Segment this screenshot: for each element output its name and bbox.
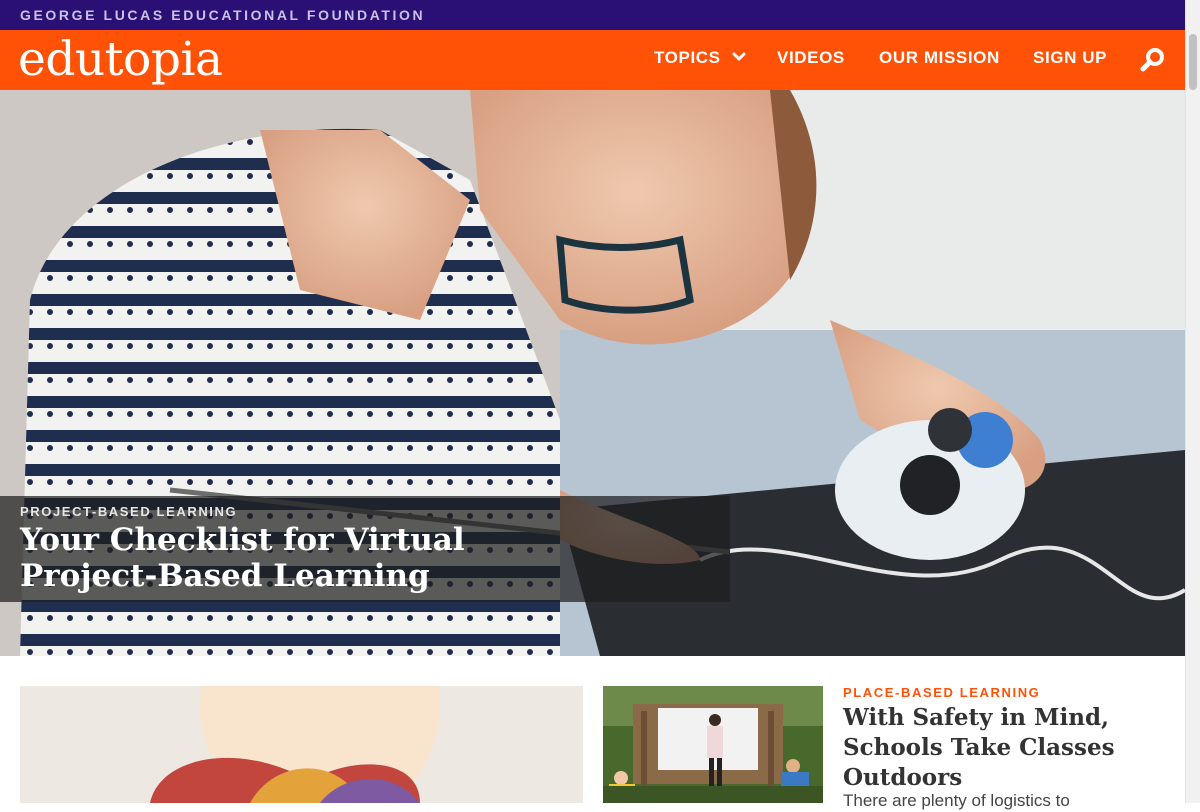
hero-caption: PROJECT-BASED LEARNING Your Checklist fo…	[0, 496, 730, 602]
story-card-image[interactable]	[20, 686, 583, 803]
search-icon	[1140, 48, 1164, 72]
story-title[interactable]: With Safety in Mind, Schools Take Classe…	[843, 703, 1163, 793]
nav-videos[interactable]: VIDEOS	[777, 48, 845, 68]
foundation-name: GEORGE LUCAS EDUCATIONAL FOUNDATION	[20, 7, 426, 23]
site-logo[interactable]: edutopia	[18, 32, 223, 87]
nav-our-mission[interactable]: OUR MISSION	[879, 48, 1000, 68]
search-button[interactable]	[1140, 47, 1166, 78]
hero-category[interactable]: PROJECT-BASED LEARNING	[20, 504, 237, 519]
heart-balloon-image	[20, 686, 583, 803]
nav-topics[interactable]: TOPICS	[654, 48, 746, 68]
nav-topics-label: TOPICS	[654, 48, 721, 67]
hero-title[interactable]: Your Checklist for Virtual Project-Based…	[20, 522, 580, 594]
foundation-bar: GEORGE LUCAS EDUCATIONAL FOUNDATION	[0, 0, 1185, 30]
story-category[interactable]: PLACE-BASED LEARNING	[843, 685, 1040, 700]
site-header: edutopia TOPICS VIDEOS OUR MISSION SIGN …	[0, 30, 1185, 90]
story-description: There are plenty of logistics to	[843, 791, 1070, 810]
nav-sign-up[interactable]: SIGN UP	[1033, 48, 1107, 68]
chevron-down-icon	[732, 52, 746, 61]
hero-feature[interactable]: PROJECT-BASED LEARNING Your Checklist fo…	[0, 90, 1185, 656]
outdoor-class-image	[603, 686, 823, 803]
page-scrollbar[interactable]	[1185, 0, 1200, 803]
story-thumbnail[interactable]	[603, 686, 823, 803]
scrollbar-thumb[interactable]	[1189, 34, 1197, 90]
